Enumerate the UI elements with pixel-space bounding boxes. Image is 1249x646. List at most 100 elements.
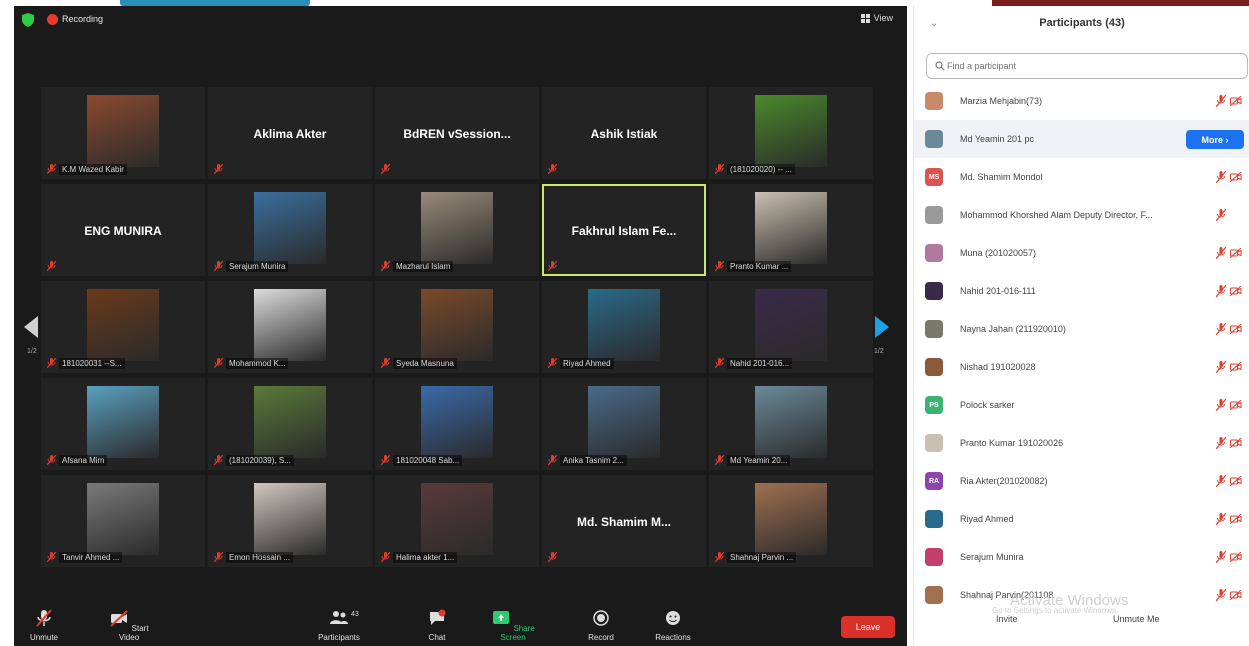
participant-photo — [254, 483, 326, 555]
participant-row[interactable]: RA Ria Akter(201020082) — [914, 462, 1249, 500]
participant-row[interactable]: PS Polock sarker — [914, 386, 1249, 424]
chat-button[interactable]: Chat — [419, 609, 455, 642]
tile-name: (181020039), S... — [226, 455, 294, 466]
video-camera-off-icon[interactable] — [1230, 552, 1242, 562]
participant-row[interactable]: Serajum Munira — [914, 538, 1249, 576]
muted-microphone-icon — [381, 552, 390, 562]
more-button[interactable]: More › — [1186, 130, 1244, 149]
muted-microphone-icon[interactable] — [1216, 551, 1226, 563]
video-camera-off-icon[interactable] — [1230, 96, 1242, 106]
video-tile[interactable]: K.M Wazed Kabir — [41, 87, 205, 179]
start-video-button[interactable]: Start Video — [99, 609, 159, 642]
tile-name: Shahnaj Parvin ... — [727, 552, 797, 563]
video-tile[interactable]: BdREN vSession... — [375, 87, 539, 179]
video-camera-off-icon[interactable] — [1230, 172, 1242, 182]
muted-microphone-icon — [214, 164, 223, 174]
video-camera-off-icon[interactable] — [1230, 400, 1242, 410]
participant-row[interactable]: Md Yeamin 201 pc More › — [914, 120, 1249, 158]
participant-row[interactable]: Nayna Jahan (211920010) — [914, 310, 1249, 348]
participants-button[interactable]: Participants 43 — [309, 609, 369, 642]
muted-microphone-icon[interactable] — [1216, 95, 1226, 107]
participant-search[interactable] — [926, 53, 1248, 79]
video-tile[interactable]: Fakhrul Islam Fe... — [542, 184, 706, 276]
participant-row[interactable]: Muna (201020057) — [914, 234, 1249, 272]
participant-row[interactable]: Nahid 201-016-111 — [914, 272, 1249, 310]
video-camera-off-icon[interactable] — [1230, 590, 1242, 600]
video-tile[interactable]: Md. Shamim M... — [542, 475, 706, 567]
video-tile[interactable]: Shahnaj Parvin ... — [709, 475, 873, 567]
muted-microphone-icon — [36, 609, 52, 627]
muted-microphone-icon[interactable] — [1216, 513, 1226, 525]
muted-microphone-icon[interactable] — [1216, 437, 1226, 449]
muted-microphone-icon[interactable] — [1216, 475, 1226, 487]
video-camera-off-icon[interactable] — [1230, 514, 1242, 524]
invite-button[interactable]: Invite — [996, 614, 1018, 624]
muted-microphone-icon[interactable] — [1216, 399, 1226, 411]
video-tile[interactable]: (181020039), S... — [208, 378, 372, 470]
video-camera-off-icon[interactable] — [1230, 362, 1242, 372]
participant-photo — [755, 386, 827, 458]
video-camera-off-icon[interactable] — [1230, 324, 1242, 334]
participants-count: 43 — [351, 611, 359, 618]
shield-icon[interactable] — [22, 13, 34, 27]
unmute-button[interactable]: Unmute — [24, 609, 64, 642]
participant-row[interactable]: Nishad 191020028 — [914, 348, 1249, 386]
video-tile[interactable]: Emon Hossain ... — [208, 475, 372, 567]
reactions-button[interactable]: Reactions — [648, 609, 698, 642]
muted-microphone-icon[interactable] — [1216, 589, 1226, 601]
unmute-me-button[interactable]: Unmute Me — [1113, 614, 1160, 624]
share-screen-button[interactable]: Share Screen — [483, 609, 543, 642]
tile-name: Syeda Masnuna — [393, 358, 457, 369]
tile-name: Anika Tasnim 2... — [560, 455, 627, 466]
tile-name: Md Yeamin 20... — [727, 455, 791, 466]
next-page-arrow-icon[interactable] — [875, 316, 889, 338]
video-camera-off-icon[interactable] — [1230, 248, 1242, 258]
video-tile[interactable]: Tanvir Ahmed ... — [41, 475, 205, 567]
video-tile[interactable]: Anika Tasnim 2... — [542, 378, 706, 470]
avatar — [925, 548, 943, 566]
video-tile[interactable]: 181020048 Sab... — [375, 378, 539, 470]
video-camera-off-icon[interactable] — [1230, 476, 1242, 486]
muted-microphone-icon[interactable] — [1216, 323, 1226, 335]
avatar — [925, 92, 943, 110]
video-camera-off-icon[interactable] — [1230, 286, 1242, 296]
video-tile[interactable]: Aklima Akter — [208, 87, 372, 179]
search-input[interactable] — [947, 57, 1237, 75]
muted-microphone-icon[interactable] — [1216, 171, 1226, 183]
video-camera-off-icon[interactable] — [1230, 438, 1242, 448]
record-button[interactable]: Record — [581, 609, 621, 642]
participant-photo — [254, 289, 326, 361]
video-tile[interactable]: Ashik Istiak — [542, 87, 706, 179]
previous-page-arrow-icon[interactable] — [24, 316, 38, 338]
view-button[interactable]: View — [860, 13, 893, 23]
participant-name: Nahid 201-016-111 — [960, 286, 1036, 296]
muted-microphone-icon[interactable] — [1216, 285, 1226, 297]
participant-photo — [755, 95, 827, 167]
participant-row[interactable]: Marzia Mehjabin(73) — [914, 82, 1249, 120]
muted-microphone-icon[interactable] — [1216, 209, 1226, 221]
participant-name: Muna (201020057) — [960, 248, 1037, 258]
video-tile[interactable]: Md Yeamin 20... — [709, 378, 873, 470]
video-tile[interactable]: Serajum Munira — [208, 184, 372, 276]
participant-row[interactable]: Mohammod Khorshed Alam Deputy Director, … — [914, 196, 1249, 234]
video-tile[interactable]: Pranto Kumar ... — [709, 184, 873, 276]
video-tile[interactable]: Afsana Mim — [41, 378, 205, 470]
video-tile[interactable]: ENG MUNIRA — [41, 184, 205, 276]
video-tile[interactable]: Mohammod K... — [208, 281, 372, 373]
video-tile[interactable]: Riyad Ahmed — [542, 281, 706, 373]
reactions-label: Reactions — [655, 633, 691, 642]
participant-row[interactable]: MS Md. Shamim Mondol — [914, 158, 1249, 196]
video-tile[interactable]: Halima akter 1... — [375, 475, 539, 567]
video-tile[interactable]: Syeda Masnuna — [375, 281, 539, 373]
video-tile[interactable]: Mazharul Islam — [375, 184, 539, 276]
participant-photo — [755, 289, 827, 361]
leave-button[interactable]: Leave — [841, 616, 895, 638]
muted-microphone-icon[interactable] — [1216, 247, 1226, 259]
participant-row[interactable]: Pranto Kumar 191020026 — [914, 424, 1249, 462]
muted-microphone-icon — [715, 552, 724, 562]
participant-row[interactable]: Riyad Ahmed — [914, 500, 1249, 538]
muted-microphone-icon[interactable] — [1216, 361, 1226, 373]
video-tile[interactable]: Nahid 201-016... — [709, 281, 873, 373]
video-tile[interactable]: (181020020) -- ... — [709, 87, 873, 179]
video-tile[interactable]: 181020031 --S... — [41, 281, 205, 373]
